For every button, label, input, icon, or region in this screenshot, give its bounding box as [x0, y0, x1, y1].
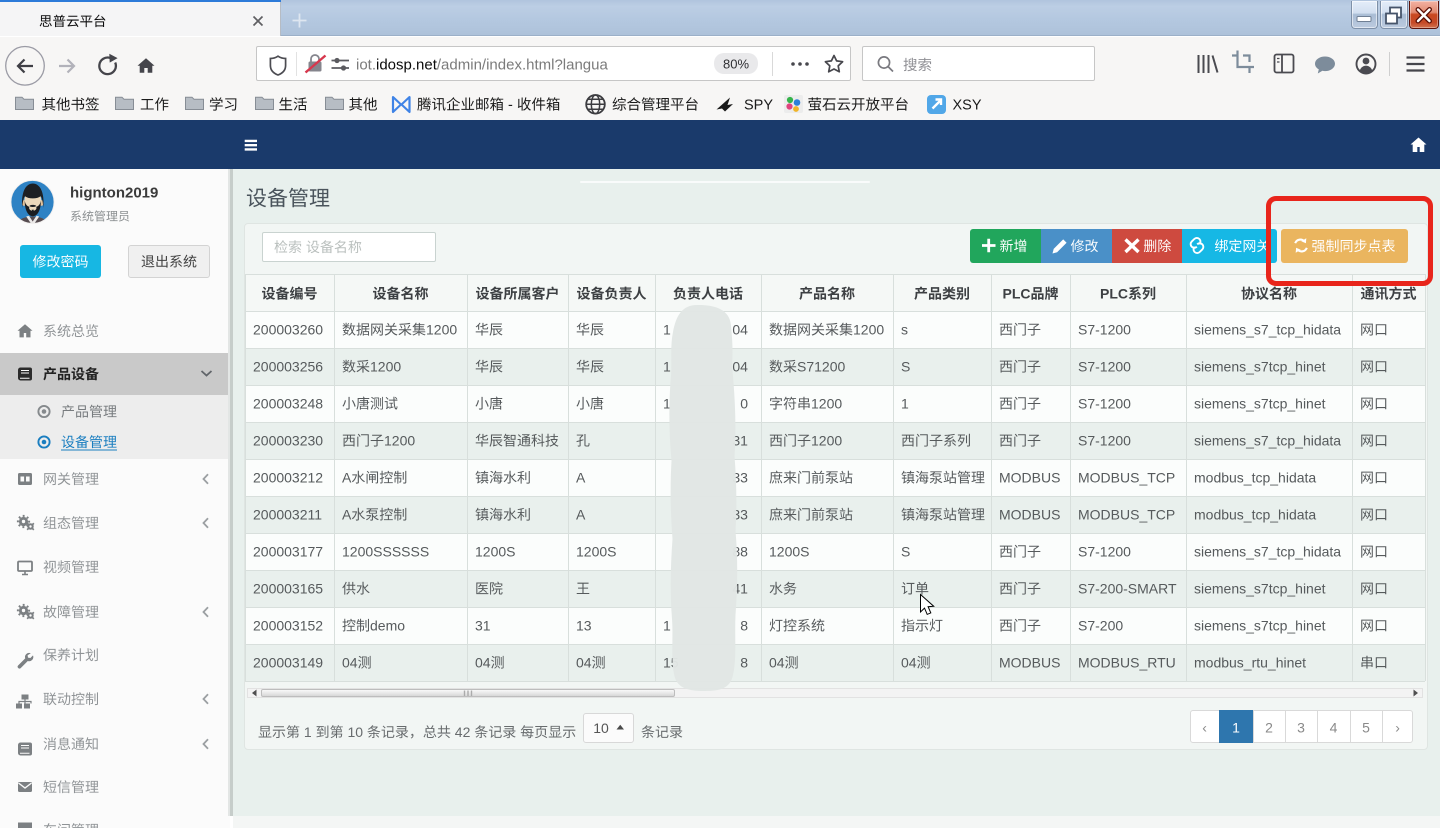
- svg-text:S7-200: S7-200: [1078, 618, 1123, 634]
- svg-text:04: 04: [342, 655, 358, 671]
- svg-text:200003165: 200003165: [253, 581, 323, 597]
- svg-text:8: 8: [740, 618, 748, 634]
- svg-text:siemens_s7tcp_hinet: siemens_s7tcp_hinet: [1194, 396, 1326, 412]
- svg-text:hignton2019: hignton2019: [70, 185, 158, 202]
- svg-text:1200: 1200: [370, 359, 401, 375]
- svg-text:1200S: 1200S: [475, 544, 515, 560]
- svg-text:1200: 1200: [811, 396, 842, 412]
- svg-text:S71200: S71200: [797, 359, 845, 375]
- svg-text:5: 5: [1362, 720, 1370, 736]
- svg-text:siemens_s7tcp_hinet: siemens_s7tcp_hinet: [1194, 359, 1326, 375]
- svg-text:siemens_s7_tcp_hidata: siemens_s7_tcp_hidata: [1194, 433, 1341, 449]
- svg-text:04: 04: [576, 655, 592, 671]
- svg-text:200003177: 200003177: [253, 544, 323, 560]
- svg-text:1: 1: [300, 724, 316, 740]
- svg-text:1200S: 1200S: [769, 544, 809, 560]
- svg-text:›: ›: [1395, 720, 1400, 736]
- svg-text:200003248: 200003248: [253, 396, 323, 412]
- svg-text:10: 10: [593, 720, 609, 736]
- svg-text:1: 1: [663, 322, 671, 338]
- svg-text:S7-1200: S7-1200: [1078, 396, 1131, 412]
- svg-text:1: 1: [901, 396, 909, 412]
- svg-text:siemens_s7_tcp_hidata: siemens_s7_tcp_hidata: [1194, 322, 1341, 338]
- svg-text:04: 04: [475, 655, 491, 671]
- svg-text:MODBUS: MODBUS: [999, 507, 1060, 523]
- svg-text:200003212: 200003212: [253, 470, 323, 486]
- svg-text:04: 04: [732, 322, 748, 338]
- svg-text:siemens_s7tcp_hinet: siemens_s7tcp_hinet: [1194, 618, 1326, 634]
- svg-text:MODBUS: MODBUS: [999, 655, 1060, 671]
- svg-text:A: A: [576, 470, 586, 486]
- svg-text:1200SSSSSS: 1200SSSSSS: [342, 544, 429, 560]
- svg-text:1: 1: [663, 359, 671, 375]
- svg-text:PLC: PLC: [1100, 286, 1128, 302]
- svg-text:-: -: [504, 98, 517, 114]
- svg-text:200003152: 200003152: [253, 618, 323, 634]
- svg-text:idosp.net: idosp.net: [376, 57, 438, 74]
- svg-text:0: 0: [740, 396, 748, 412]
- svg-text:2: 2: [1265, 720, 1273, 736]
- svg-text:SPY: SPY: [744, 98, 773, 114]
- svg-text:04: 04: [901, 655, 917, 671]
- svg-text:demo: demo: [370, 618, 405, 634]
- svg-text:siemens_s7_tcp_hidata: siemens_s7_tcp_hidata: [1194, 544, 1341, 560]
- svg-text:modbus_tcp_hidata: modbus_tcp_hidata: [1194, 470, 1316, 486]
- svg-text:200003230: 200003230: [253, 433, 323, 449]
- svg-text:A: A: [576, 507, 586, 523]
- svg-text:S7-200-SMART: S7-200-SMART: [1078, 581, 1177, 597]
- svg-text:S7-1200: S7-1200: [1078, 322, 1131, 338]
- svg-text:‹: ‹: [1202, 720, 1207, 736]
- svg-text:200003211: 200003211: [253, 507, 322, 523]
- svg-text:3: 3: [1297, 720, 1305, 736]
- svg-text:1200: 1200: [384, 433, 415, 449]
- svg-text:MODBUS_TCP: MODBUS_TCP: [1078, 507, 1175, 523]
- svg-text:1200: 1200: [853, 322, 884, 338]
- svg-text:42: 42: [451, 724, 474, 740]
- svg-text:iot.: iot.: [356, 57, 376, 74]
- svg-text:MODBUS_TCP: MODBUS_TCP: [1078, 470, 1175, 486]
- svg-text:S7-1200: S7-1200: [1078, 544, 1131, 560]
- svg-text:80%: 80%: [723, 57, 749, 72]
- svg-text:31: 31: [475, 618, 491, 634]
- svg-text:S7-1200: S7-1200: [1078, 359, 1131, 375]
- svg-text:1: 1: [663, 618, 671, 634]
- svg-text:S7-1200: S7-1200: [1078, 433, 1131, 449]
- svg-text:A: A: [342, 470, 352, 486]
- svg-text:13: 13: [576, 618, 592, 634]
- svg-text:modbus_tcp_hidata: modbus_tcp_hidata: [1194, 507, 1316, 523]
- svg-text:200003260: 200003260: [253, 322, 323, 338]
- svg-text:siemens_s7tcp_hinet: siemens_s7tcp_hinet: [1194, 581, 1326, 597]
- svg-text:10: 10: [344, 724, 367, 740]
- svg-text:200003149: 200003149: [253, 655, 323, 671]
- svg-text:8: 8: [740, 655, 748, 671]
- svg-text:1200: 1200: [426, 322, 457, 338]
- svg-text:XSY: XSY: [953, 98, 982, 114]
- svg-text:200003256: 200003256: [253, 359, 323, 375]
- svg-text:modbus_rtu_hinet: modbus_rtu_hinet: [1194, 655, 1306, 671]
- svg-text:4: 4: [1330, 720, 1338, 736]
- svg-text:04: 04: [769, 655, 785, 671]
- svg-text:S: S: [901, 544, 910, 560]
- svg-text:PLC: PLC: [1003, 286, 1031, 302]
- svg-text:MODBUS_RTU: MODBUS_RTU: [1078, 655, 1176, 671]
- svg-text:A: A: [342, 507, 352, 523]
- svg-text:1200: 1200: [811, 433, 842, 449]
- svg-text:s: s: [901, 322, 908, 338]
- svg-text:1200S: 1200S: [576, 544, 616, 560]
- svg-text:MODBUS: MODBUS: [999, 470, 1060, 486]
- svg-text:1: 1: [1232, 720, 1240, 736]
- svg-text:S: S: [901, 359, 910, 375]
- svg-text:/admin/index.html?langua: /admin/index.html?langua: [437, 57, 609, 74]
- svg-text:04: 04: [732, 359, 748, 375]
